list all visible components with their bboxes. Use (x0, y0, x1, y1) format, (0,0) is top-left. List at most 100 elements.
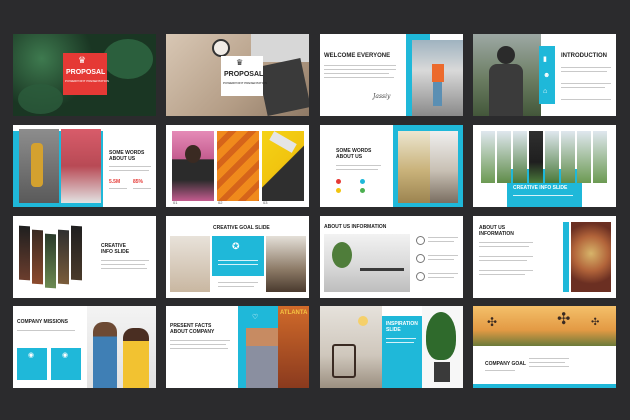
slide-creative-info[interactable]: CREATIVE INFO SLIDE (473, 125, 616, 207)
stat-1: 5.5M (109, 179, 121, 185)
creative-goal-title: CREATIVE GOAL SLIDE (213, 225, 270, 231)
home-icon: ⌂ (543, 88, 548, 95)
text-line (336, 165, 381, 166)
text-line (428, 273, 458, 274)
strip-photo (58, 229, 69, 285)
leaf-shape (18, 84, 63, 114)
proposal-title: PROPOSAL (224, 71, 264, 78)
text-line (324, 77, 394, 78)
text-line (561, 99, 611, 100)
text-line (428, 259, 454, 260)
text-line (479, 246, 529, 247)
text-line (218, 286, 254, 287)
text-line (218, 260, 258, 261)
strip-photo (497, 131, 511, 183)
text-line (428, 255, 458, 256)
icon-dot (360, 179, 365, 184)
text-line (170, 344, 226, 345)
slide-proposal-desk[interactable]: ♛ PROPOSAL POWERPOINT PRESENTATION (166, 34, 309, 116)
poster-text: ATLANTA (280, 310, 308, 316)
person-body (489, 64, 523, 116)
slide-number: 03 (263, 200, 268, 205)
text-line (101, 268, 147, 269)
arch-photo (571, 222, 611, 292)
slide-creative-info-2[interactable]: CREATIVE INFO SLIDE (13, 216, 156, 298)
man-flowers-photo (172, 131, 214, 201)
icon-circle (416, 272, 425, 281)
crown-icon: ♛ (236, 58, 244, 67)
slide-company-goal[interactable]: ✣ ✣ ✣ COMPANY GOAL (473, 306, 616, 388)
text-line (101, 260, 149, 261)
text-line (479, 270, 533, 271)
plant-leaf (426, 312, 456, 360)
text-line (218, 282, 258, 283)
slide-inspiration[interactable]: INSPIRATION SLIDE (320, 306, 463, 388)
slide-some-words-1[interactable]: SOME WORDS ABOUT US 5.5M 85% (13, 125, 156, 207)
hands-photo (170, 236, 210, 292)
icon-dot (360, 188, 365, 193)
pin-icon: ◉ (62, 352, 69, 359)
text-line (17, 330, 75, 331)
desk-shape (360, 268, 404, 271)
text-line (386, 342, 414, 343)
text-line (529, 366, 569, 367)
some-words-title-2: ABOUT US (109, 156, 136, 162)
woman-figure (123, 328, 149, 388)
man-figure (93, 322, 117, 388)
slide-some-words-2[interactable]: SOME WORDS ABOUT US (320, 125, 463, 207)
slide-present-facts[interactable]: PRESENT FACTS ABOUT COMPANY ♡ ATLANTA (166, 306, 309, 388)
field-photo (398, 131, 430, 203)
text-line (561, 83, 611, 84)
orange-photo (217, 131, 259, 201)
leaf-shape (103, 39, 153, 79)
text-line (479, 256, 533, 257)
people-icon: ☻ (543, 72, 551, 79)
text-line (324, 65, 396, 66)
signature: Jassiy (373, 93, 391, 100)
slide-photo-grid[interactable]: 01 02 03 (166, 125, 309, 207)
introduction-title: INTRODUCTION (561, 53, 607, 59)
text-line (479, 260, 527, 261)
woman-figure (31, 143, 43, 187)
room-photo (266, 236, 306, 292)
slide-welcome[interactable]: WELCOME EVERYONE Jassiy (320, 34, 463, 116)
strip-photo (561, 131, 575, 183)
plant-shape (332, 242, 352, 268)
slide-company-missions[interactable]: COMPANY MISSIONS ◉ ◉ (13, 306, 156, 388)
present-facts-title-2: ABOUT COMPANY (170, 329, 215, 335)
plant-pot (434, 362, 450, 382)
windmill-icon: ✣ (591, 317, 600, 328)
slide-introduction[interactable]: ▮ ☻ ⌂ INTRODUCTION (473, 34, 616, 116)
icon-dot (336, 179, 341, 184)
accent-bar (563, 222, 569, 292)
company-goal-title: COMPANY GOAL (485, 361, 526, 367)
text-line (386, 338, 416, 339)
slide-creative-goal[interactable]: CREATIVE GOAL SLIDE ✪ (166, 216, 309, 298)
strip-photo (545, 131, 559, 183)
text-line (479, 242, 533, 243)
icon-circle (416, 236, 425, 245)
stat-2: 85% (133, 179, 144, 185)
pin-icon: ◉ (28, 352, 35, 359)
strip-photo (45, 233, 56, 289)
text-line (109, 170, 149, 171)
slide-proposal-cover[interactable]: ♛ PROPOSAL POWERPOINT PRESENTATION (13, 34, 156, 116)
woman-photo-2 (61, 129, 101, 203)
text-line (109, 188, 127, 189)
windmill-icon: ✣ (487, 315, 498, 329)
welcome-title: WELCOME EVERYONE (324, 53, 391, 59)
creative-info-title: CREATIVE INFO SLIDE (513, 185, 568, 191)
slide-about-us-info-1[interactable]: ABOUT US INFORMATION (320, 216, 463, 298)
heart-icon: ♡ (252, 314, 259, 321)
inspiration-title-2: SLIDE (386, 327, 401, 333)
person-photo (430, 131, 458, 203)
some-words-title-2: ABOUT US (336, 154, 363, 160)
slide-about-us-info-2[interactable]: ABOUT US INFORMATION (473, 216, 616, 298)
text-line (485, 370, 515, 371)
strip-photo (513, 131, 527, 183)
text-line (529, 358, 569, 359)
text-line (561, 67, 611, 68)
text-line (428, 241, 454, 242)
crown-icon: ♛ (78, 55, 87, 65)
text-line (479, 274, 525, 275)
